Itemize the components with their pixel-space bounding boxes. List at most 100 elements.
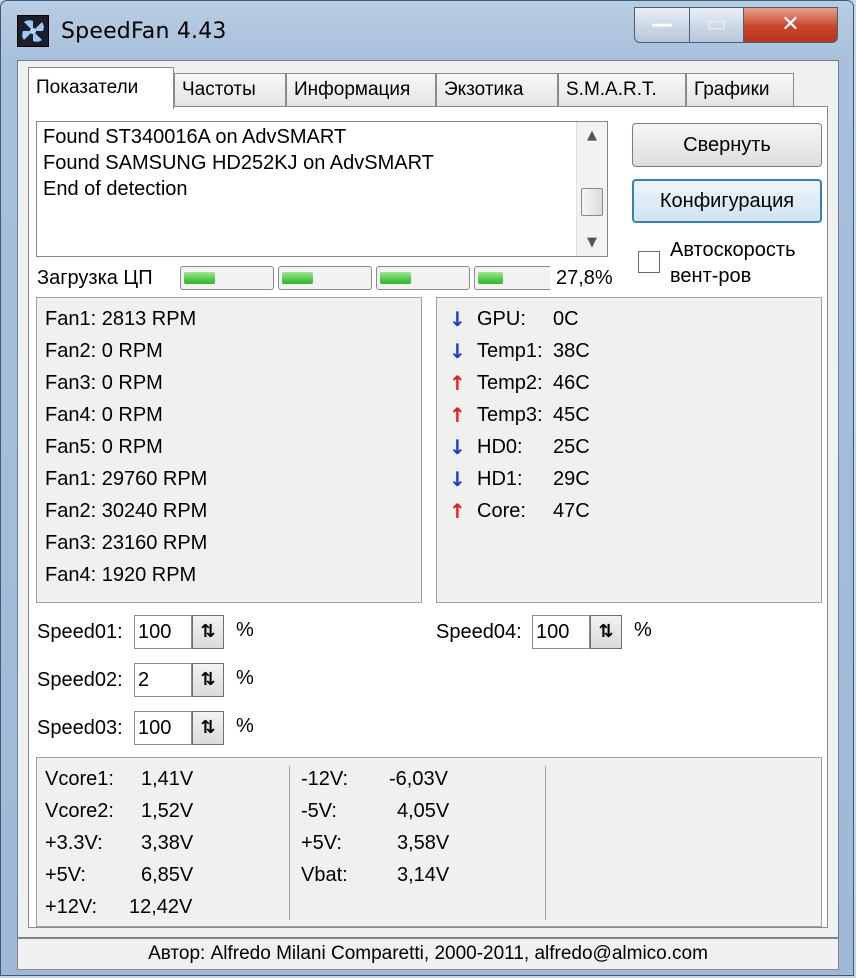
voltage-name: Vcore2: [45,800,114,822]
temp-value: 45C [553,404,590,426]
auto-fan-speed-label: Автоскорость вент-ров [670,239,796,287]
voltage-value: 4,05V [397,800,450,822]
voltage-name: Vbat: [301,864,348,886]
fan-reading: Fan4: 1920 RPM [45,564,197,586]
cpu-core-bar [180,266,274,290]
fan-reading: Fan4: 0 RPM [45,404,163,426]
speed03-unit: % [236,715,254,737]
temp-name: HD0: [477,436,523,458]
fan-reading: Fan5: 0 RPM [45,436,163,458]
tab-info[interactable]: Информация [286,73,436,107]
tab-readings[interactable]: Показатели [28,67,174,109]
auto-fan-speed-checkbox[interactable] [638,251,660,273]
configure-button[interactable]: Конфигурация [632,179,822,223]
trend-icon: ↓ [449,339,466,363]
speedfan-app-icon [17,15,49,47]
voltage-divider [545,766,546,920]
status-bar: Автор: Alfredo Milani Comparetti, 2000-2… [17,938,839,970]
speed04-input[interactable]: 100 [532,615,590,649]
temp-value: 29C [553,468,590,490]
voltage-value: -6,03V [389,768,448,790]
log-scrollbar[interactable]: ▲ ▼ [576,122,607,256]
speed03-label: Speed03: [37,717,123,739]
voltage-value: 3,58V [397,832,450,854]
voltage-name: +12V: [45,896,98,918]
scroll-thumb[interactable] [581,188,603,216]
scroll-down-icon[interactable]: ▼ [577,235,607,250]
minimize-to-tray-button[interactable]: Свернуть [632,123,822,167]
trend-icon: ↓ [449,307,466,331]
speedfan-window: SpeedFan 4.43 — ▭ ✕ Показатели Частоты И… [0,0,854,976]
voltage-name: +3.3V: [45,832,103,854]
temp-name: Temp1: [477,340,543,362]
voltage-divider [289,766,290,920]
fan-reading: Fan2: 0 RPM [45,340,163,362]
fan-reading: Fan1: 2813 RPM [45,308,197,330]
speed01-spinner-icon[interactable]: ⇅ [192,615,224,649]
fans-group: Fan1: 2813 RPM Fan2: 0 RPM Fan3: 0 RPM F… [36,297,422,603]
fan-reading: Fan3: 23160 RPM [45,532,208,554]
title-bar[interactable]: SpeedFan 4.43 — ▭ ✕ [1,1,853,59]
temp-name: HD1: [477,468,523,490]
voltage-name: Vcore1: [45,768,114,790]
cpu-core-fill [380,272,411,284]
fan-reading: Fan1: 29760 RPM [45,468,208,490]
voltage-name: -12V: [301,768,349,790]
voltage-name: -5V: [301,800,337,822]
speed04-label: Speed04: [436,621,522,643]
voltage-value: 3,14V [397,864,450,886]
speed03-spinner-icon[interactable]: ⇅ [192,711,224,745]
detection-log[interactable]: Found ST340016A on AdvSMART Found SAMSUN… [36,121,608,257]
voltage-value: 6,85V [141,864,194,886]
voltage-name: +5V: [45,864,86,886]
temp-value: 25C [553,436,590,458]
tab-charts[interactable]: Графики [686,73,794,107]
trend-icon: ↑ [449,371,466,395]
log-line: Found SAMSUNG HD252KJ on AdvSMART [43,152,434,174]
voltage-name: +5V: [301,832,342,854]
speed01-unit: % [236,619,254,641]
cpu-usage-label: Загрузка ЦП [37,267,153,289]
minimize-icon: — [651,12,673,37]
close-icon: ✕ [781,12,800,37]
tab-exotics[interactable]: Экзотика [436,73,558,107]
temperatures-group: ↓ GPU: 0C ↓ Temp1: 38C ↑ Temp2: 46C ↑ Te… [436,297,822,603]
maximize-window-button[interactable]: ▭ [690,7,744,43]
log-line: Found ST340016A on AdvSMART [43,126,347,148]
minimize-window-button[interactable]: — [634,7,690,43]
maximize-icon: ▭ [706,12,727,37]
temp-name: Temp2: [477,372,543,394]
cpu-core-bar [376,266,470,290]
scroll-up-icon[interactable]: ▲ [577,128,607,143]
speed02-unit: % [236,667,254,689]
speed01-label: Speed01: [37,621,123,643]
voltage-value: 12,42V [129,896,193,918]
temp-name: GPU: [477,308,526,330]
speed04-unit: % [634,619,652,641]
client-area: Показатели Частоты Информация Экзотика S… [17,60,839,938]
speed02-spinner-icon[interactable]: ⇅ [192,663,224,697]
speed04-spinner-icon[interactable]: ⇅ [590,615,622,649]
speed03-input[interactable]: 100 [134,711,192,745]
trend-icon: ↑ [449,403,466,427]
speed02-label: Speed02: [37,669,123,691]
log-line: End of detection [43,178,188,200]
voltage-value: 3,38V [141,832,194,854]
temp-name: Temp3: [477,404,543,426]
close-window-button[interactable]: ✕ [744,7,838,43]
cpu-usage-value: 27,8% [556,267,613,289]
voltages-group: Vcore1: 1,41V Vcore2: 1,52V +3.3V: 3,38V… [36,757,822,927]
cpu-core-fill [478,272,503,284]
trend-icon: ↓ [449,467,466,491]
window-title: SpeedFan 4.43 [61,19,227,44]
speed02-input[interactable]: 2 [134,663,192,697]
trend-icon: ↓ [449,435,466,459]
temp-name: Core: [477,500,526,522]
tab-clock[interactable]: Частоты [174,73,286,107]
tab-smart[interactable]: S.M.A.R.T. [558,73,686,107]
temp-value: 38C [553,340,590,362]
cpu-core-fill [282,272,313,284]
cpu-core-bar [474,266,550,290]
speed01-input[interactable]: 100 [134,615,192,649]
voltage-value: 1,52V [141,800,194,822]
